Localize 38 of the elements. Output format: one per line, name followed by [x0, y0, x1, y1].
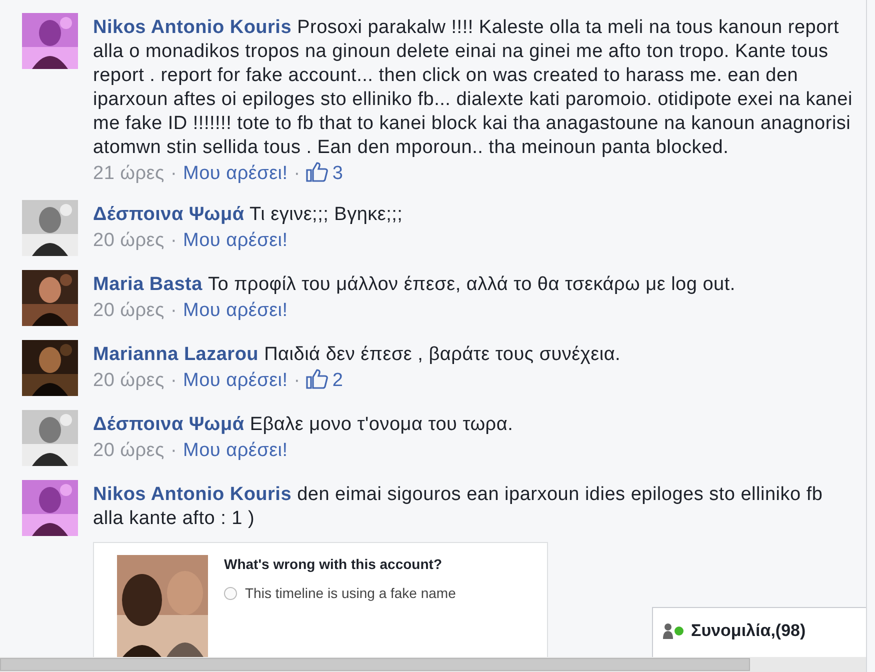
- comment-text: Nikos Antonio Kouris Prosoxi parakalw !!!! Kaleste olla ta meli na tous kanoun report alla o monadikos tropos na ginoun delete einai na ginei me afto ton tropo. Kante tous report . report for fake account... then click on was created to harass me. ean den iparxoun aftes oi epiloges sto elliniko fb... dialexte kati paromoio. otidipote exei na kanei me fake ID !!!!!!! tote to fb that to kanei block kai tha anagastoune na kanoun anagnorisi atomwn stin sellida tous . Ean den mporoun.. tha meinoun panta blocked.: [93, 16, 854, 160]
- online-person-icon: [663, 623, 685, 639]
- comment-text: Maria Basta Το προφίλ του μάλλον έπεσε, αλλά το θα τσεκάρω με log out.: [93, 273, 736, 297]
- like-link[interactable]: Μου αρέσει!: [183, 300, 288, 321]
- timestamp[interactable]: 21 ώρες: [93, 163, 164, 184]
- separator-dot: ·: [170, 230, 178, 251]
- like-link[interactable]: Μου αρέσει!: [183, 163, 288, 184]
- author-link[interactable]: Δέσποινα Ψωμά: [93, 204, 244, 225]
- option-label: This timeline is using a fake name: [245, 584, 456, 602]
- author-link[interactable]: Maria Basta: [93, 274, 202, 295]
- comment-text: Nikos Antonio Kouris den eimai sigouros ean iparxoun idies epiloges sto elliniko fb alla kante afto : 1 ): [93, 483, 824, 531]
- dialog-question: What's wrong with this account?: [224, 555, 443, 573]
- thumbs-up-icon: [306, 162, 328, 182]
- separator-dot: ·: [170, 440, 178, 461]
- timestamp[interactable]: 20 ώρες: [93, 440, 164, 461]
- author-link[interactable]: Marianna Lazarou: [93, 344, 259, 365]
- horizontal-scrollbar[interactable]: [0, 657, 866, 672]
- author-link[interactable]: Nikos Antonio Kouris: [93, 484, 292, 505]
- like-count[interactable]: 2: [332, 370, 344, 391]
- like-link[interactable]: Μου αρέσει!: [183, 230, 288, 251]
- separator-dot: ·: [170, 370, 178, 391]
- timestamp[interactable]: 20 ώρες: [93, 230, 164, 251]
- like-link[interactable]: Μου αρέσει!: [183, 370, 288, 391]
- timestamp[interactable]: 20 ώρες: [93, 300, 164, 321]
- timestamp[interactable]: 20 ώρες: [93, 370, 164, 391]
- author-link[interactable]: Δέσποινα Ψωμά: [93, 414, 244, 435]
- comment-text: Δέσποινα Ψωμά Εβαλε μονο τ'ονομα του τωρα.: [93, 413, 514, 437]
- separator-dot: ·: [294, 370, 300, 391]
- comment-text: Marianna Lazarou Παιδιά δεν έπεσε , βαράτε τους συνέχεια.: [93, 343, 622, 367]
- like-count[interactable]: 3: [332, 163, 344, 184]
- separator-dot: ·: [294, 163, 300, 184]
- comment-text: Δέσποινα Ψωμά Τι εγινε;;; Βγηκε;;;: [93, 203, 404, 227]
- separator-dot: ·: [170, 300, 178, 321]
- like-link[interactable]: Μου αρέσει!: [183, 440, 288, 461]
- thumbs-up-icon: [306, 369, 328, 389]
- radio-button[interactable]: [224, 586, 237, 600]
- author-link[interactable]: Nikos Antonio Kouris: [93, 17, 292, 38]
- separator-dot: ·: [170, 163, 178, 184]
